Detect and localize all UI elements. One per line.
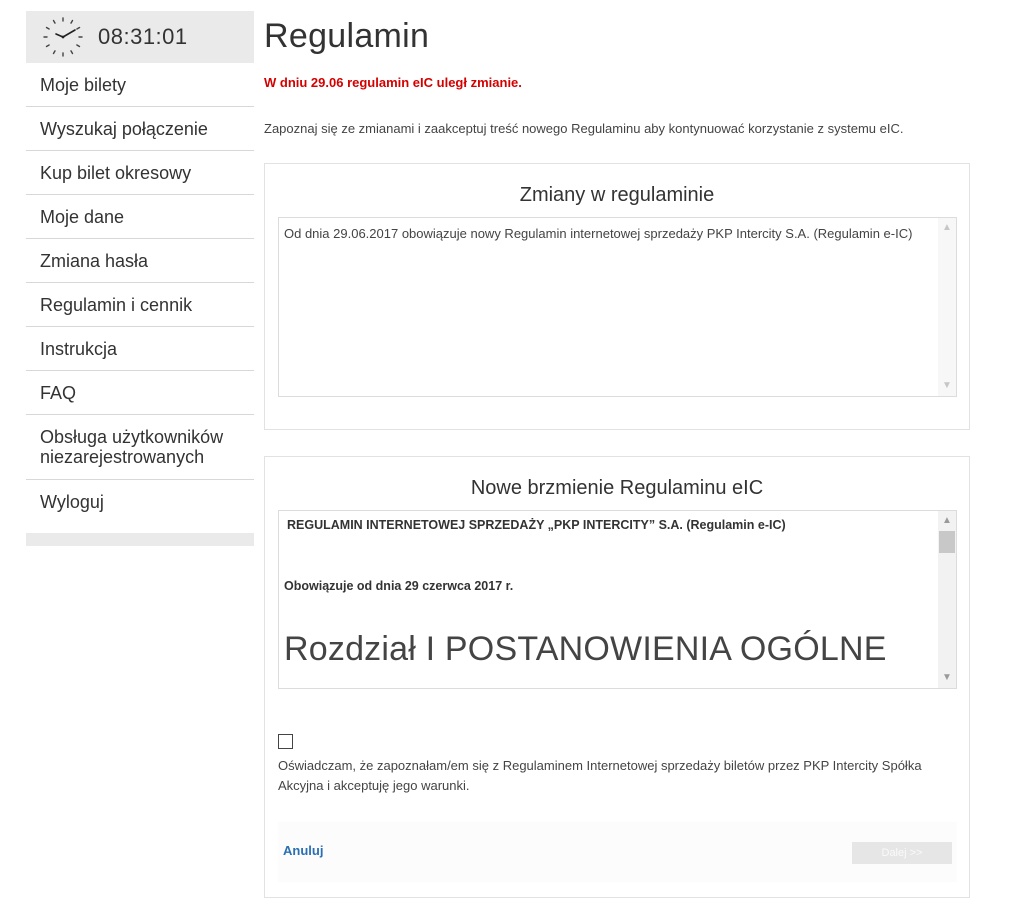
clock-icon: [43, 17, 83, 57]
next-button[interactable]: Dalej >>: [852, 842, 952, 864]
chevron-down-icon[interactable]: ▼: [938, 378, 956, 394]
sidebar-item-moje-dane[interactable]: Moje dane: [26, 195, 254, 239]
scrollbar-thumb[interactable]: [939, 531, 955, 553]
sidebar-item-kup-bilet-okresowy[interactable]: Kup bilet okresowy: [26, 151, 254, 195]
changes-scrollbar[interactable]: ▲ ▼: [938, 218, 956, 396]
sidebar-item-instrukcja[interactable]: Instrukcja: [26, 327, 254, 371]
sidebar-item-moje-bilety[interactable]: Moje bilety: [26, 63, 254, 107]
changes-text: Od dnia 29.06.2017 obowiązuje nowy Regul…: [284, 226, 913, 241]
sidebar-item-regulamin-i-cennik[interactable]: Regulamin i cennik: [26, 283, 254, 327]
new-terms-textarea[interactable]: REGULAMIN INTERNETOWEJ SPRZEDAŻY „PKP IN…: [278, 510, 957, 689]
clock-widget: 08:31:01: [26, 11, 254, 63]
new-terms-title: Nowe brzmienie Regulaminu eIC: [470, 477, 764, 499]
consent-checkbox[interactable]: [278, 734, 293, 749]
terms-chapter-heading: Rozdział I POSTANOWIENIA OGÓLNE: [284, 630, 887, 668]
sidebar-item-wyszukaj-polaczenie[interactable]: Wyszukaj połączenie: [26, 107, 254, 151]
sidebar: 08:31:01 Moje bilety Wyszukaj połączenie…: [26, 11, 254, 546]
terms-heading: REGULAMIN INTERNETOWEJ SPRZEDAŻY „PKP IN…: [287, 518, 786, 532]
sidebar-item-obsluga-niezarejestrowanych[interactable]: Obsługa użytkowników niezarejestrowanych: [26, 415, 254, 480]
consent-text: Oświadczam, że zapoznałam/em się z Regul…: [278, 758, 922, 793]
sidebar-item-zmiana-hasla[interactable]: Zmiana hasła: [26, 239, 254, 283]
page-title: Regulamin: [264, 17, 430, 55]
sidebar-footer-bar: [26, 533, 254, 546]
new-terms-scrollbar[interactable]: ▲ ▼: [938, 511, 956, 688]
sidebar-item-wyloguj[interactable]: Wyloguj: [26, 480, 254, 524]
new-terms-panel: Nowe brzmienie Regulaminu eIC REGULAMIN …: [264, 456, 970, 898]
changes-panel: Zmiany w regulaminie Od dnia 29.06.2017 …: [264, 163, 970, 430]
intro-text: Zapoznaj się ze zmianami i zaakceptuj tr…: [264, 121, 904, 136]
chevron-down-icon[interactable]: ▼: [938, 670, 956, 686]
changes-textarea[interactable]: Od dnia 29.06.2017 obowiązuje nowy Regul…: [278, 217, 957, 397]
terms-effective-date: Obowiązuje od dnia 29 czerwca 2017 r.: [284, 579, 514, 593]
chevron-up-icon[interactable]: ▲: [938, 220, 956, 236]
changes-title: Zmiany w regulaminie: [519, 184, 715, 206]
cancel-link[interactable]: Anuluj: [283, 843, 323, 858]
sidebar-item-faq[interactable]: FAQ: [26, 371, 254, 415]
alert-message: W dniu 29.06 regulamin eIC uległ zmianie…: [264, 75, 522, 90]
form-actions: Anuluj Dalej >>: [278, 822, 957, 882]
sidebar-menu: Moje bilety Wyszukaj połączenie Kup bile…: [26, 63, 254, 524]
clock-time: 08:31:01: [98, 24, 188, 49]
chevron-up-icon[interactable]: ▲: [938, 513, 956, 529]
